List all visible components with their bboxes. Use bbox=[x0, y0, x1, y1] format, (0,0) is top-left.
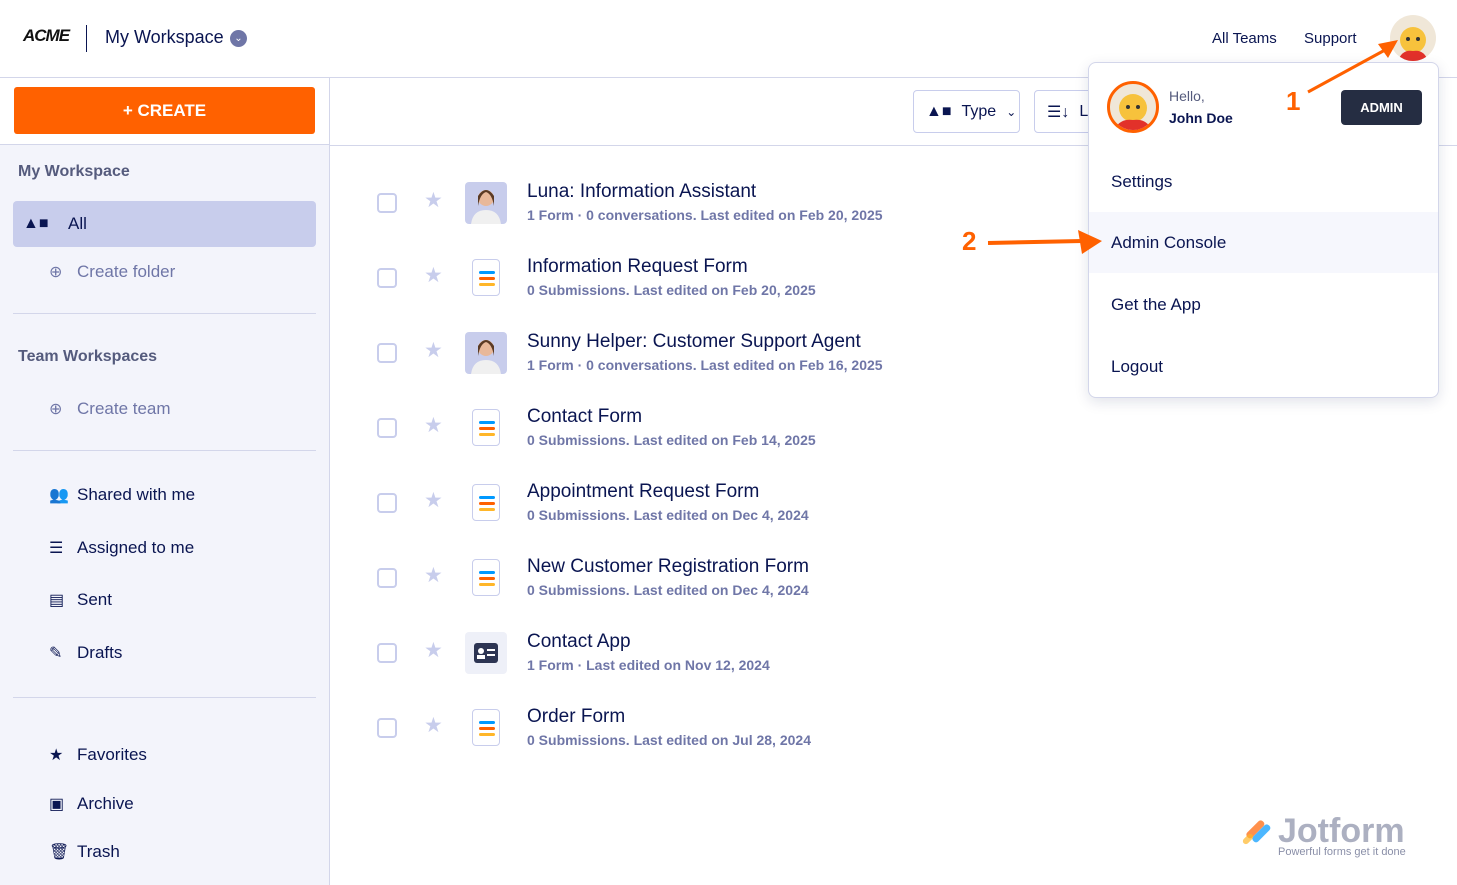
jotform-logo-icon bbox=[1242, 820, 1271, 845]
annotation-1: 1 bbox=[1286, 86, 1301, 116]
annotation-2: 2 bbox=[962, 226, 977, 256]
jotform-watermark: Jotform Powerful forms get it done bbox=[1240, 812, 1406, 858]
annotation-arrows bbox=[987, 40, 1398, 254]
jotform-tagline: Powerful forms get it done bbox=[1278, 846, 1406, 858]
